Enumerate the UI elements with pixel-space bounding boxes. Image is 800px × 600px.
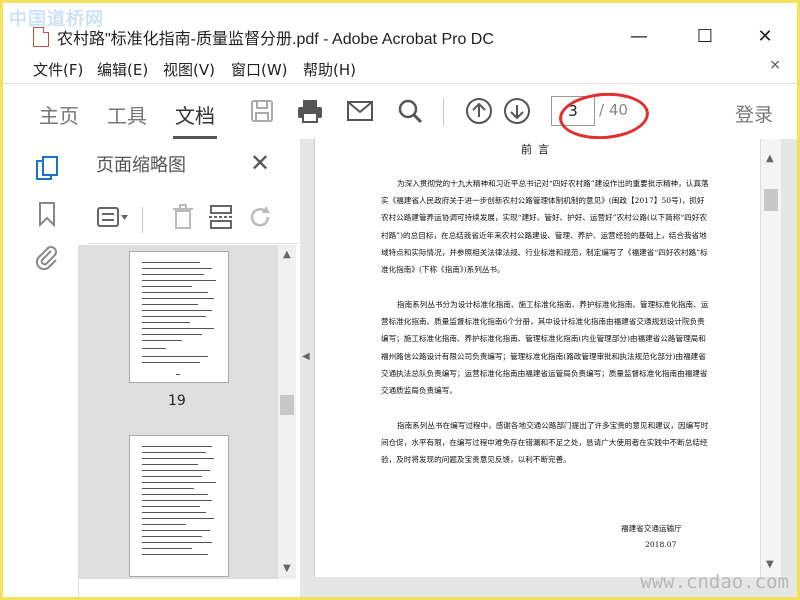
page-thumbnail-20[interactable] — [129, 435, 229, 577]
signature: 福建省交通运输厅 — [621, 524, 682, 533]
page-up-icon[interactable] — [464, 96, 494, 126]
thumbnails-list[interactable]: 19 — [78, 245, 278, 579]
page-thumbnail-19[interactable] — [129, 251, 229, 383]
close-document-button[interactable]: × — [769, 57, 781, 73]
panel-toolbar — [88, 191, 298, 244]
search-icon[interactable] — [395, 96, 425, 126]
email-icon[interactable] — [345, 96, 375, 126]
close-panel-button[interactable]: ✕ — [250, 149, 270, 177]
insert-page-icon[interactable] — [204, 201, 238, 233]
document-scrollbar[interactable]: ▲ ▼ — [760, 139, 781, 577]
login-button[interactable]: 登录 — [735, 100, 773, 127]
thumbnails-icon[interactable] — [33, 153, 61, 183]
thumbnail-page-number: 19 — [168, 393, 186, 409]
maximize-button[interactable]: ☐ — [683, 21, 727, 51]
page-thumbnails-panel: 页面缩略图 ✕ 19 ▲ ▼ — [78, 139, 301, 579]
paragraph-2: 指南系列丛书分为设计标准化指南、施工标准化指南、养护标准化指南、管理标准化指南、… — [381, 300, 709, 396]
save-icon[interactable] — [247, 96, 277, 126]
menu-edit[interactable]: 编辑(E) — [97, 59, 148, 80]
collapse-panel-arrow-icon[interactable]: ◀ — [302, 351, 310, 362]
rotate-icon[interactable] — [244, 201, 278, 233]
page-down-icon[interactable] — [502, 96, 532, 126]
tab-tools[interactable]: 工具 — [107, 100, 147, 129]
document-view[interactable]: ◀ 前言 为深入贯彻党的十九大精神和习近平总书记对“四好农村路”建设作出的重要批… — [300, 139, 797, 597]
document-page: 前言 为深入贯彻党的十九大精神和习近平总书记对“四好农村路”建设作出的重要批示精… — [314, 139, 761, 577]
paragraph-3: 指南系列丛书在编写过程中，感谢各地交通公路部门提出了许多宝贵的意见和建议，因编写… — [381, 421, 709, 465]
attachment-icon[interactable] — [33, 243, 61, 273]
panel-toolbar-divider — [142, 207, 143, 233]
menu-view[interactable]: 视图(V) — [163, 59, 215, 80]
doc-scroll-thumb[interactable] — [764, 189, 778, 211]
print-icon[interactable] — [295, 96, 325, 126]
tab-document[interactable]: 文档 — [175, 100, 215, 129]
page-heading: 前言 — [521, 143, 555, 156]
watermark-bottom: www.cndao.com — [640, 571, 789, 593]
thumbnails-scrollbar[interactable]: ▲ ▼ — [278, 245, 296, 579]
menu-file[interactable]: 文件(F) — [33, 59, 83, 80]
title-bar: 农村路"标准化指南-质量监督分册.pdf - Adobe Acrobat Pro… — [3, 19, 797, 53]
tab-home[interactable]: 主页 — [39, 100, 79, 129]
thumbnails-scroll-thumb[interactable] — [280, 395, 294, 415]
scroll-up-arrow-icon[interactable]: ▲ — [283, 249, 291, 260]
menu-window[interactable]: 窗口(W) — [231, 59, 288, 80]
pdf-file-icon — [33, 27, 49, 47]
options-menu-icon[interactable] — [96, 201, 130, 233]
toolbar: 主页 工具 文档 3 / 40 登录 — [3, 83, 797, 143]
menu-help[interactable]: 帮助(H) — [303, 59, 356, 80]
bookmark-icon[interactable] — [33, 199, 61, 229]
doc-scroll-up-arrow-icon[interactable]: ▲ — [766, 153, 774, 164]
window-title: 农村路"标准化指南-质量监督分册.pdf - Adobe Acrobat Pro… — [57, 31, 494, 48]
menu-bar: 文件(F) 编辑(E) 视图(V) 窗口(W) 帮助(H) × — [3, 55, 797, 83]
acrobat-window: 中国道桥网 农村路"标准化指南-质量监督分册.pdf - Adobe Acrob… — [0, 0, 800, 600]
scroll-down-arrow-icon[interactable]: ▼ — [283, 563, 291, 574]
signature-date: 2018.07 — [645, 540, 677, 549]
delete-icon[interactable] — [166, 201, 200, 233]
paragraph-1: 为深入贯彻党的十九大精神和习近平总书记对“四好农村路”建设作出的重要批示精神，认… — [381, 179, 709, 275]
panel-title: 页面缩略图 — [96, 155, 186, 176]
toolbar-divider — [443, 98, 444, 126]
minimize-button[interactable]: — — [617, 21, 661, 51]
close-window-button[interactable]: ✕ — [743, 21, 787, 51]
navigation-rail — [3, 139, 79, 597]
doc-scroll-down-arrow-icon[interactable]: ▼ — [766, 559, 774, 570]
